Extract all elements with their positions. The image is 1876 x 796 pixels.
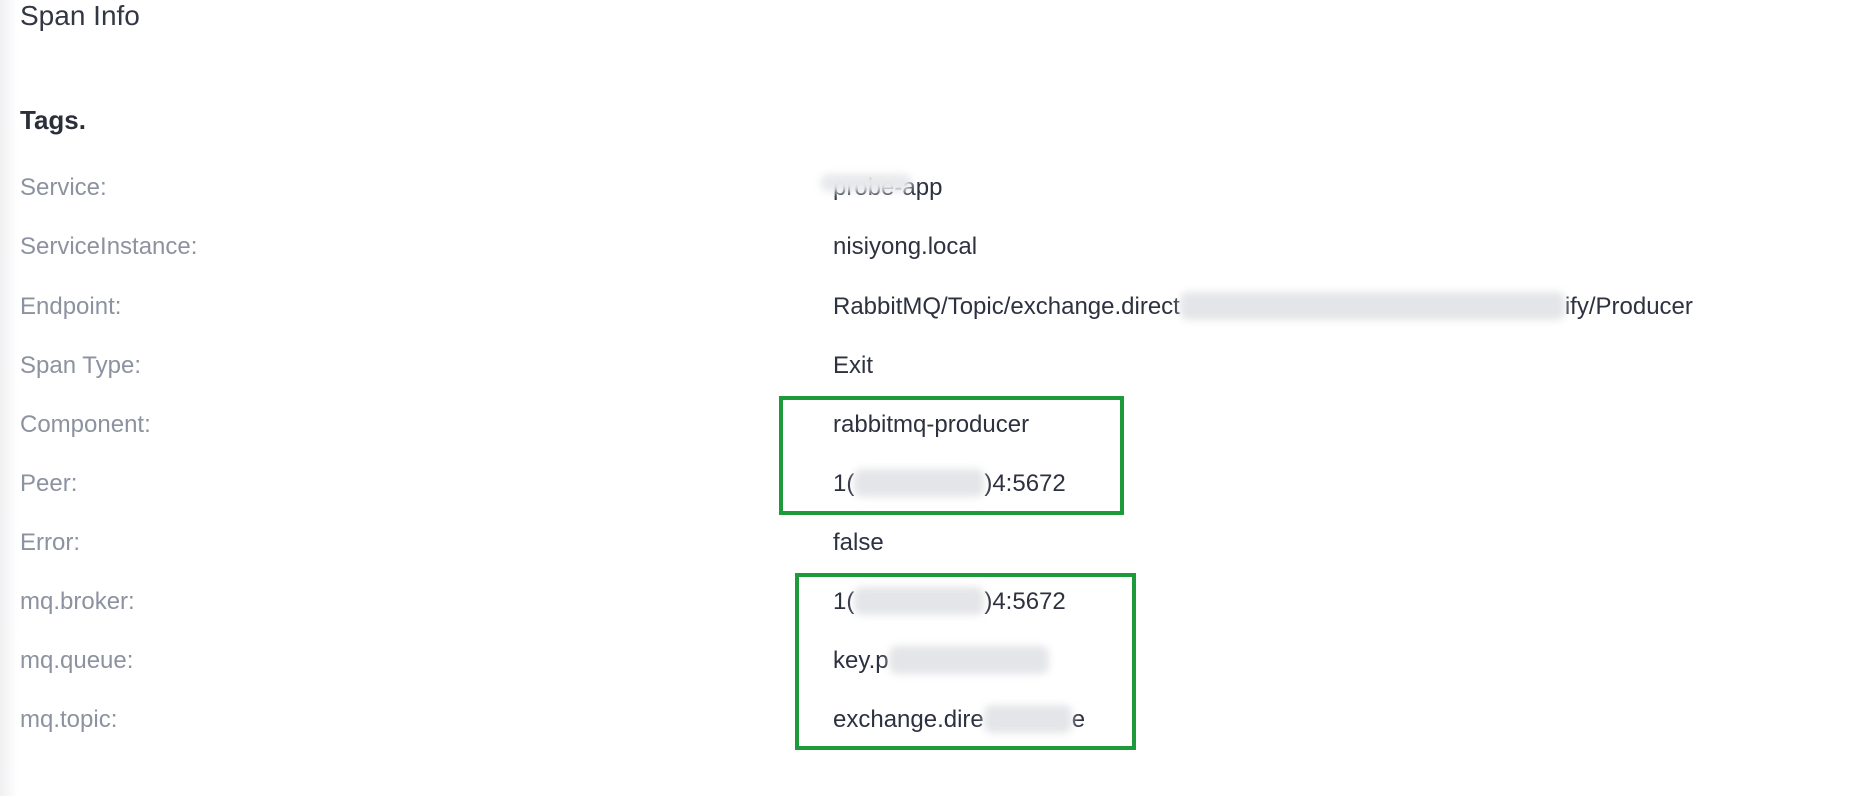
tag-label: Peer:	[20, 470, 78, 497]
tag-label: Service:	[20, 174, 107, 201]
tag-label: mq.topic:	[20, 706, 118, 733]
section-title: Span Info	[20, 0, 140, 31]
tag-label: mq.broker:	[20, 588, 135, 615]
tag-row-service-instance: ServiceInstance: nisiyong.local	[0, 227, 1876, 267]
tag-value: RabbitMQ/Topic/exchange.direct ify/Produc…	[833, 287, 1693, 327]
tag-row-error: Error: false	[0, 523, 1876, 563]
tag-label: Span Type:	[20, 352, 141, 379]
tag-row-endpoint: Endpoint: RabbitMQ/Topic/exchange.direct…	[0, 287, 1876, 327]
tag-value: false	[833, 523, 884, 563]
tag-row-span-type: Span Type: Exit	[0, 346, 1876, 386]
tag-row-service: Service: probe-app	[0, 168, 1876, 208]
tag-value-text: false	[833, 529, 884, 556]
redacted-region	[1179, 291, 1565, 320]
highlight-box-mq-tags	[795, 573, 1136, 750]
tag-value: nisiyong.local	[833, 227, 977, 267]
tag-value-text: RabbitMQ/Topic/exchange.direct	[833, 293, 1180, 320]
tag-label: ServiceInstance:	[20, 233, 198, 260]
tag-label: Endpoint:	[20, 293, 122, 320]
tags-heading: Tags.	[20, 105, 86, 135]
tag-label: Component:	[20, 411, 151, 438]
tag-value-text: ify/Producer	[1564, 293, 1693, 320]
span-info-panel: Span Info Tags. Service: probe-app Servi…	[0, 0, 1876, 796]
tag-value-text: Exit	[833, 352, 874, 379]
tag-label: Error:	[20, 529, 80, 556]
tag-value-text: nisiyong.local	[833, 233, 978, 260]
highlight-box-component-peer	[779, 396, 1124, 515]
tag-value: Exit	[833, 346, 873, 386]
redacted-region	[820, 174, 912, 192]
tag-label: mq.queue:	[20, 647, 134, 674]
